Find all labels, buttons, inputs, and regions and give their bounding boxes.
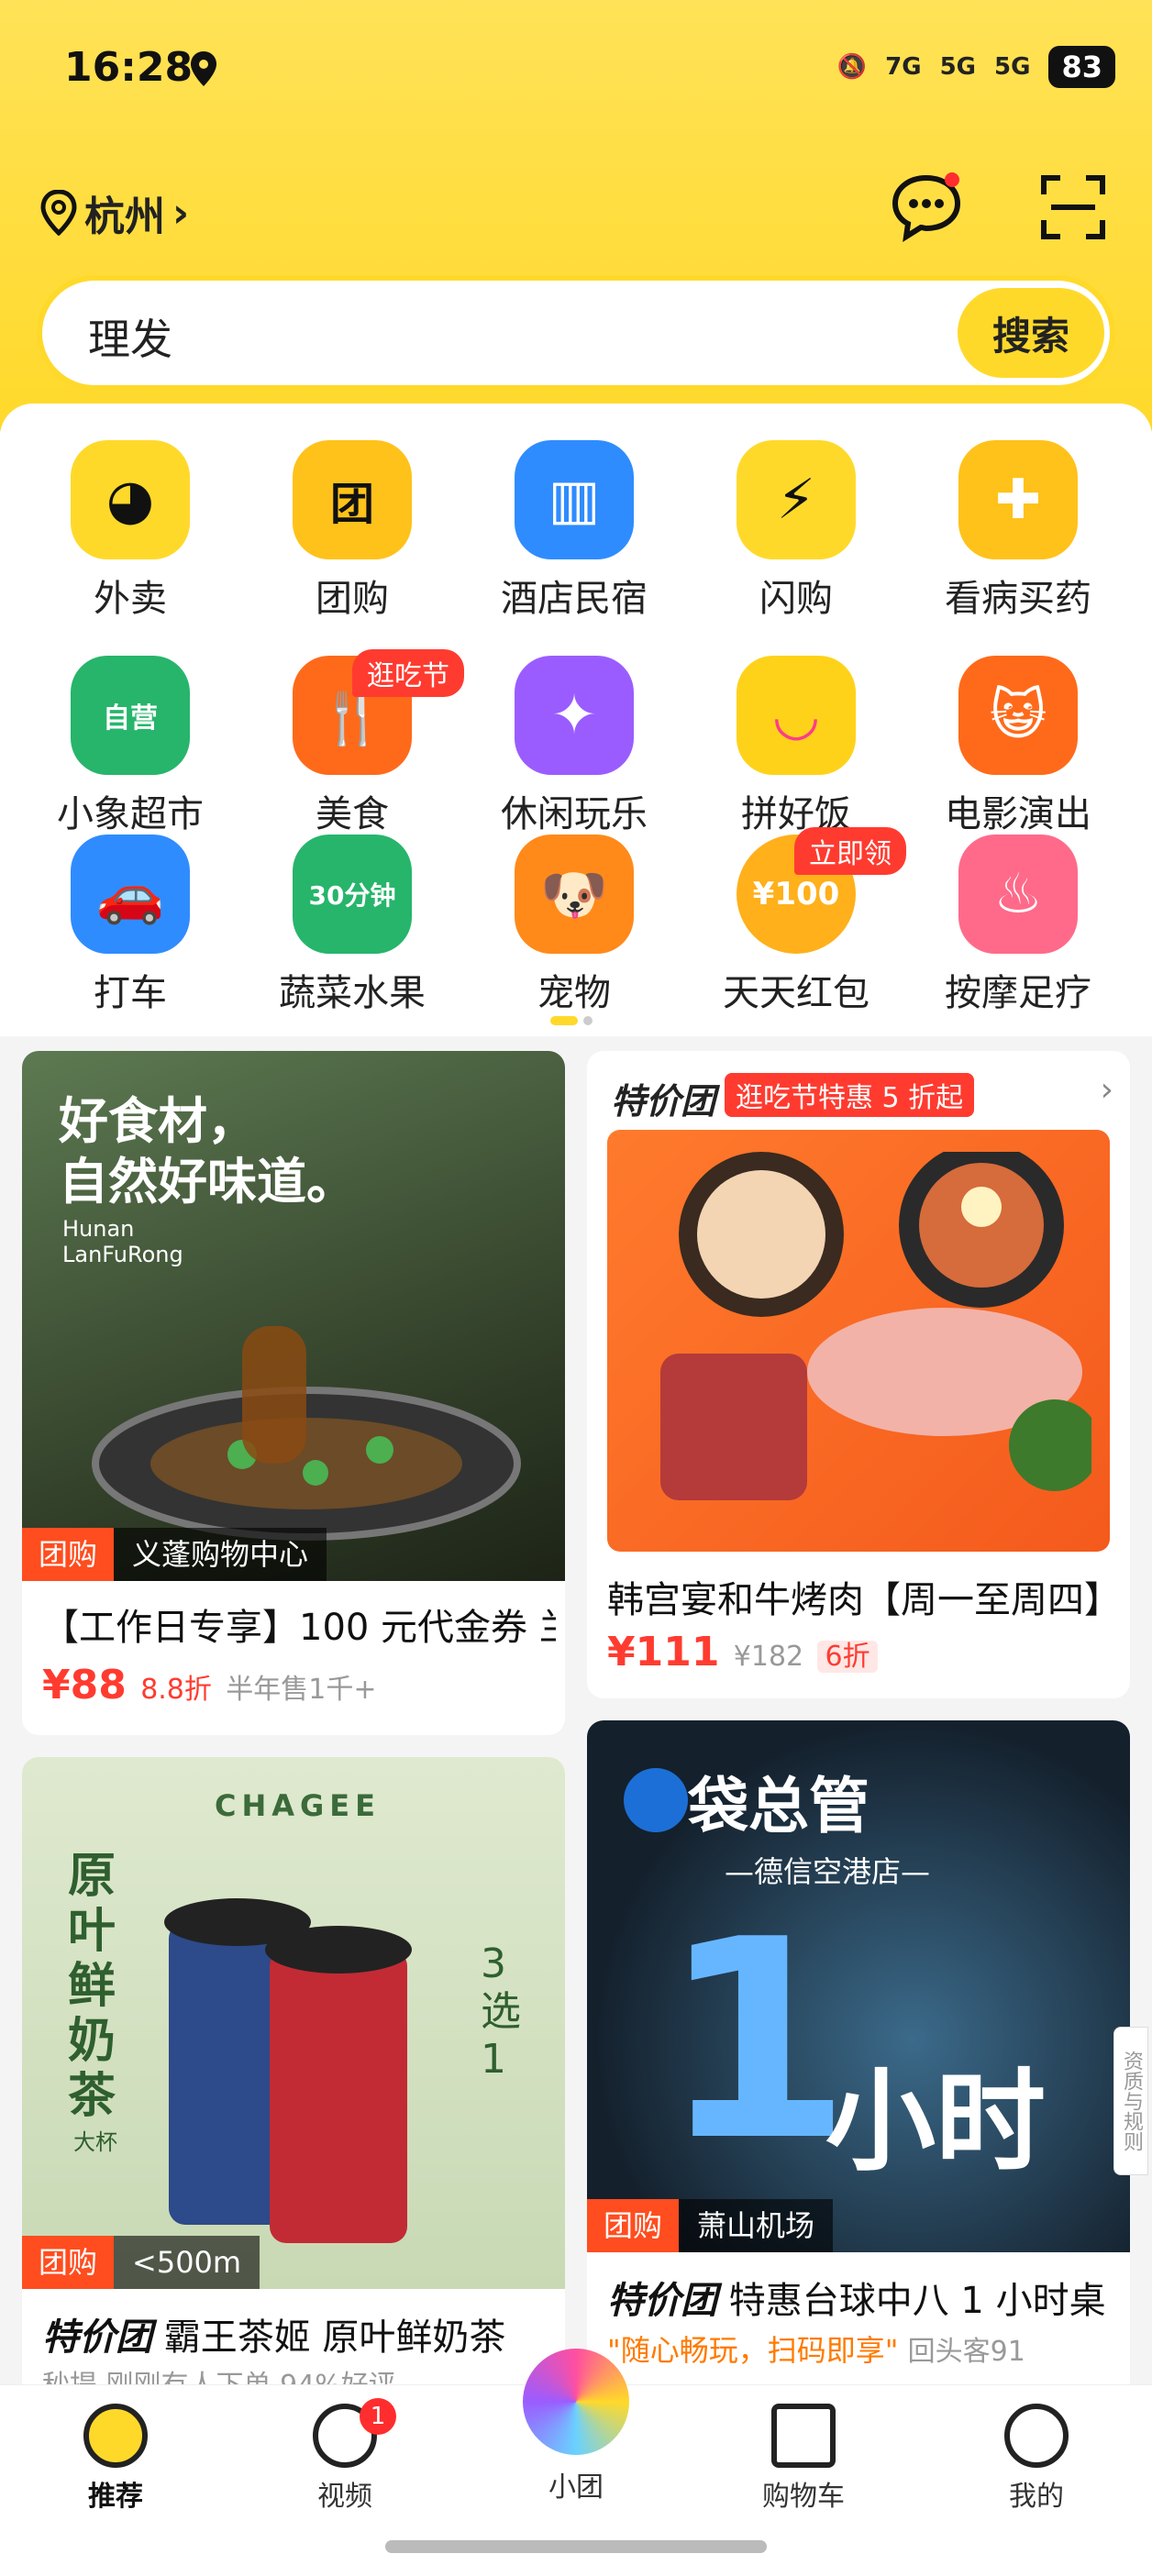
mute-icon: 🔕: [836, 53, 868, 81]
massage-icon: ♨: [958, 835, 1078, 954]
image-unit: 小时: [825, 2059, 1046, 2186]
cart-icon: [771, 2404, 836, 2468]
flash-bag-icon: ⚡: [737, 440, 856, 559]
page-dot: [583, 1016, 593, 1025]
category-waimai[interactable]: ◕ 外卖: [20, 440, 240, 622]
signal-5g-icon: 5G: [939, 53, 977, 81]
nav-video[interactable]: 1 视频: [271, 2398, 418, 2514]
card-title: 韩宫宴和牛烤肉【周一至周四】: [607, 1579, 1121, 1621]
elephant-icon: 自营: [71, 656, 190, 775]
recommend-icon: [83, 2404, 148, 2468]
category-vegetables[interactable]: 30分钟 蔬菜水果: [242, 835, 462, 1016]
nav-mine[interactable]: 我的: [963, 2404, 1110, 2514]
category-grid: ◕ 外卖 团 团购 ▥ 酒店民宿 ⚡ 闪购 ✚ 看病买药 自营 小象超市 🍴 美…: [0, 404, 1152, 1036]
hotel-icon: ▥: [515, 440, 634, 559]
category-massage[interactable]: ♨ 按摩足疗: [908, 835, 1128, 1016]
video-badge: 1: [360, 2398, 396, 2435]
card-title: 特价团 特惠台球中八 1 小时桌: [607, 2280, 1106, 2322]
medkit-icon: ✚: [958, 440, 1078, 559]
card-title: 【工作日专享】100 元代金券 兰: [42, 1607, 556, 1649]
city-selector[interactable]: 杭州 ›: [40, 183, 189, 242]
chevron-right-icon[interactable]: ›: [1101, 1071, 1113, 1109]
xiaotuan-icon: [523, 2349, 629, 2455]
card-price: ¥88 8.8折 半年售1千+: [42, 1662, 377, 1708]
promo-tag: 逛吃节特惠 5 折起: [725, 1073, 975, 1117]
nav-cart[interactable]: 购物车: [730, 2404, 877, 2514]
search-bar[interactable]: 理发 搜索: [37, 275, 1115, 391]
image-deal: 3选1: [481, 1940, 521, 2083]
category-hotel[interactable]: ▥ 酒店民宿: [464, 440, 684, 622]
image-brand-en: Hunan LanFuRong: [62, 1216, 183, 1267]
card-tags: 团购 萧山机场: [587, 2199, 834, 2252]
chevron-right-icon: ›: [172, 189, 190, 237]
kangaroo-logo-icon: [624, 1768, 688, 1832]
battery-icon: 83: [1048, 46, 1115, 88]
category-tuangou[interactable]: 团 团购: [242, 440, 462, 622]
image-cup-size: 大杯: [73, 2129, 117, 2155]
message-icon[interactable]: [890, 171, 963, 244]
nav-xiaotuan[interactable]: 小团: [503, 2349, 649, 2504]
category-supermarket[interactable]: 自营 小象超市: [20, 656, 240, 837]
food-festival-tag: 逛吃节: [352, 649, 464, 697]
category-medicine[interactable]: ✚ 看病买药: [908, 440, 1128, 622]
page-dot-active: [550, 1016, 578, 1025]
veg-icon: 30分钟: [293, 835, 412, 954]
card-tags: 团购 义蓬购物中心: [22, 1528, 327, 1581]
city-name: 杭州: [84, 193, 165, 240]
card-price: ¥111 ¥182 6折: [607, 1629, 878, 1675]
image-number: 1: [660, 1881, 852, 2201]
category-shangou[interactable]: ⚡ 闪购: [686, 440, 906, 622]
bbq-dish-illustration: [660, 1152, 1091, 1500]
feed-card-chagee[interactable]: CHAGEE 原叶鲜奶茶 大杯 3选1 团购 <500m 特价团 霸王茶姬 原叶…: [22, 1757, 565, 2399]
feed-card-lanfurong[interactable]: 好食材， 自然好味道。 Hunan LanFuRong 团购 义蓬购物中心 【工…: [22, 1051, 565, 1735]
feed-card-hangongyan[interactable]: 特价团 逛吃节特惠 5 折起 › 韩宫宴和牛烤肉【周一至周四】 ¥111 ¥18…: [587, 1051, 1130, 1698]
nav-recommend[interactable]: 推荐: [42, 2404, 189, 2514]
coupon-icon: 团: [293, 440, 412, 559]
milk-tea-cups-illustration: [164, 1898, 412, 2243]
page-indicator: [550, 1016, 593, 1025]
search-button[interactable]: 搜索: [958, 288, 1104, 378]
location-icon: [191, 51, 216, 86]
category-taxi[interactable]: 🚗 打车: [20, 835, 240, 1016]
card-brand: 特价团: [611, 1081, 716, 1122]
status-icons: 🔕 7G 5G 5G 83: [837, 46, 1115, 88]
bowl-icon: ◡: [737, 656, 856, 775]
smile-icon: [1004, 2404, 1069, 2468]
image-brand: CHAGEE: [215, 1788, 382, 1823]
home-indicator[interactable]: [385, 2540, 767, 2553]
wok-dish-illustration: [92, 1326, 521, 1541]
play-icon: ✦: [515, 656, 634, 775]
signal-5g-icon-2: 5G: [994, 53, 1031, 81]
image-brand: 袋总管: [688, 1771, 870, 1841]
scan-icon[interactable]: [1036, 171, 1110, 244]
category-pinhaofan[interactable]: ◡ 拼好饭: [686, 656, 906, 837]
qualification-rules-tab[interactable]: 资质与规则: [1113, 2027, 1148, 2175]
card-subtitle: "随心畅玩，扫码即享" 回头客91: [607, 2333, 1025, 2368]
image-slogan: 好食材， 自然好味道。: [59, 1092, 356, 1211]
status-time: 16:28: [64, 44, 194, 91]
wifi-icon: 7G: [885, 53, 922, 81]
kangaroo-icon: ◕: [71, 440, 190, 559]
dog-icon: 🐶: [515, 835, 634, 954]
image-vertical-title: 原叶鲜奶茶: [68, 1849, 116, 2124]
car-icon: 🚗: [71, 835, 190, 954]
location-pin-icon: [40, 190, 77, 236]
category-leisure[interactable]: ✦ 休闲玩乐: [464, 656, 684, 837]
category-movie[interactable]: 😺 电影演出: [908, 656, 1128, 837]
card-tags: 团购 <500m: [22, 2236, 260, 2289]
category-pets[interactable]: 🐶 宠物: [464, 835, 684, 1016]
card-title: 特价团 霸王茶姬 原叶鲜奶茶: [42, 2316, 506, 2359]
search-input[interactable]: 理发: [88, 306, 172, 367]
cat-icon: 😺: [958, 656, 1078, 775]
claim-now-tag: 立即领: [794, 827, 906, 875]
header: 16:28 🔕 7G 5G 5G 83 杭州 › 理发 搜索: [0, 0, 1152, 431]
feed-card-daizongguan[interactable]: 袋总管 —德信空港店— 1 小时 团购 萧山机场 特价团 特惠台球中八 1 小时…: [587, 1720, 1130, 2399]
